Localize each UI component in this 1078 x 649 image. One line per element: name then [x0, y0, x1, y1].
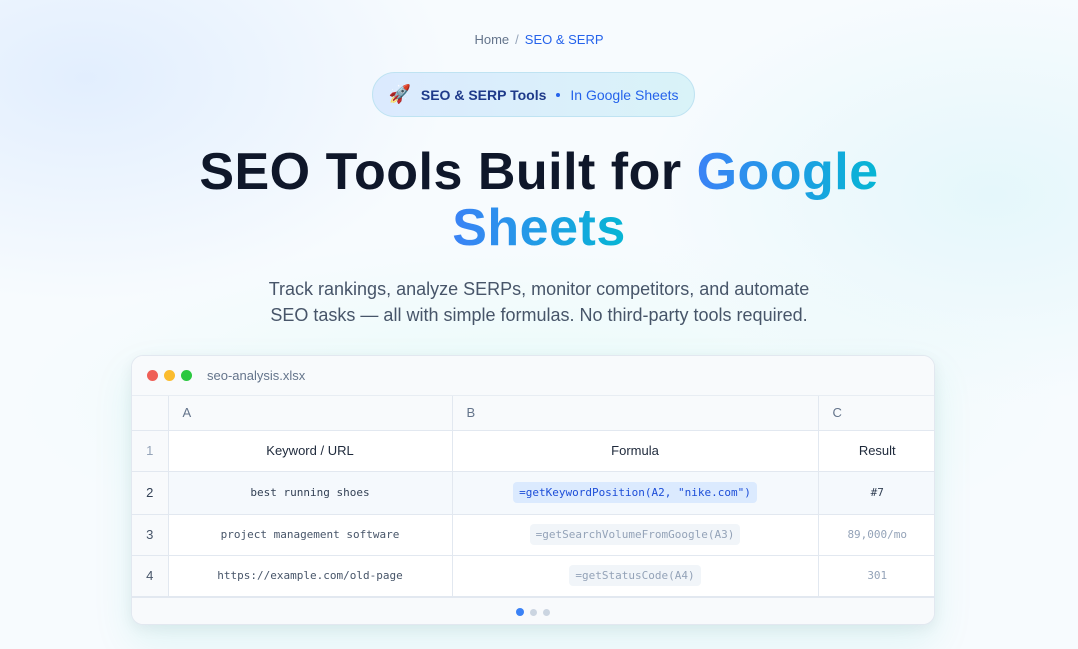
badge-sublabel: In Google Sheets	[570, 86, 679, 103]
window-filename: seo-analysis.xlsx	[207, 368, 306, 383]
header-cell-result[interactable]: Result	[818, 430, 934, 472]
header-cell-keyword[interactable]: Keyword / URL	[168, 430, 453, 472]
breadcrumb: Home / SEO & SERP	[0, 32, 1078, 47]
spreadsheet-grid: A B C 1 Keyword / URL Formula Result 2 b…	[132, 396, 934, 597]
keyword-cell[interactable]: project management software	[168, 514, 453, 556]
column-header-b[interactable]: B	[452, 396, 819, 431]
badge-dot	[556, 92, 561, 97]
minimize-window-dot	[164, 370, 175, 381]
row-number: 4	[132, 555, 169, 597]
pagination-dot-3[interactable]	[543, 608, 550, 616]
corner-cell	[132, 396, 169, 431]
maximize-window-dot	[181, 370, 192, 381]
result-cell[interactable]: 89,000/mo	[818, 514, 934, 556]
close-window-dot	[147, 370, 158, 381]
formula-cell[interactable]: =getKeywordPosition(A2, "nike.com")	[452, 471, 819, 515]
page-subtitle: Track rankings, analyze SERPs, monitor c…	[229, 276, 849, 328]
formula-chip: =getSearchVolumeFromGoogle(A3)	[529, 524, 741, 545]
formula-cell[interactable]: =getStatusCode(A4)	[452, 555, 819, 597]
breadcrumb-separator: /	[515, 32, 519, 47]
breadcrumb-home[interactable]: Home	[474, 32, 509, 47]
table-row: 3 project management software =getSearch…	[132, 514, 934, 556]
header-cell-formula[interactable]: Formula	[452, 430, 819, 472]
title-part1: SEO Tools Built for	[199, 143, 697, 201]
subtitle-line2: SEO tasks — all with simple formulas. No…	[270, 305, 808, 325]
row-number: 1	[132, 430, 169, 472]
row-number: 3	[132, 514, 169, 556]
formula-cell[interactable]: =getSearchVolumeFromGoogle(A3)	[452, 514, 819, 556]
result-cell[interactable]: #7	[818, 471, 934, 515]
badge-label: SEO & SERP Tools	[420, 86, 547, 103]
pagination	[132, 596, 934, 624]
title-highlight-google: Google	[696, 143, 879, 201]
spreadsheet-window: seo-analysis.xlsx A B C 1 Keyword / URL …	[131, 355, 935, 625]
row-number: 2	[132, 471, 169, 515]
category-badge: 🚀 SEO & SERP Tools In Google Sheets	[372, 72, 695, 117]
formula-chip: =getKeywordPosition(A2, "nike.com")	[513, 482, 757, 503]
table-row: 4 https://example.com/old-page =getStatu…	[132, 555, 934, 597]
table-row: 2 best running shoes =getKeywordPosition…	[132, 471, 934, 515]
pagination-dot-1[interactable]	[516, 608, 524, 616]
column-header-c[interactable]: C	[818, 396, 934, 431]
column-header-row: A B C	[132, 396, 934, 431]
table-header-row: 1 Keyword / URL Formula Result	[132, 430, 934, 472]
subtitle-line1: Track rankings, analyze SERPs, monitor c…	[268, 279, 810, 299]
keyword-cell[interactable]: best running shoes	[168, 471, 453, 515]
formula-chip: =getStatusCode(A4)	[569, 565, 701, 586]
rocket-icon: 🚀	[388, 84, 411, 104]
keyword-cell[interactable]: https://example.com/old-page	[168, 555, 453, 597]
page-title: SEO Tools Built for Google Sheets	[0, 144, 1078, 256]
breadcrumb-current: SEO & SERP	[524, 32, 604, 47]
window-titlebar: seo-analysis.xlsx	[132, 356, 934, 396]
title-highlight-sheets: Sheets	[452, 199, 626, 257]
result-cell[interactable]: 301	[818, 555, 934, 597]
pagination-dot-2[interactable]	[530, 608, 537, 616]
column-header-a[interactable]: A	[168, 396, 453, 431]
